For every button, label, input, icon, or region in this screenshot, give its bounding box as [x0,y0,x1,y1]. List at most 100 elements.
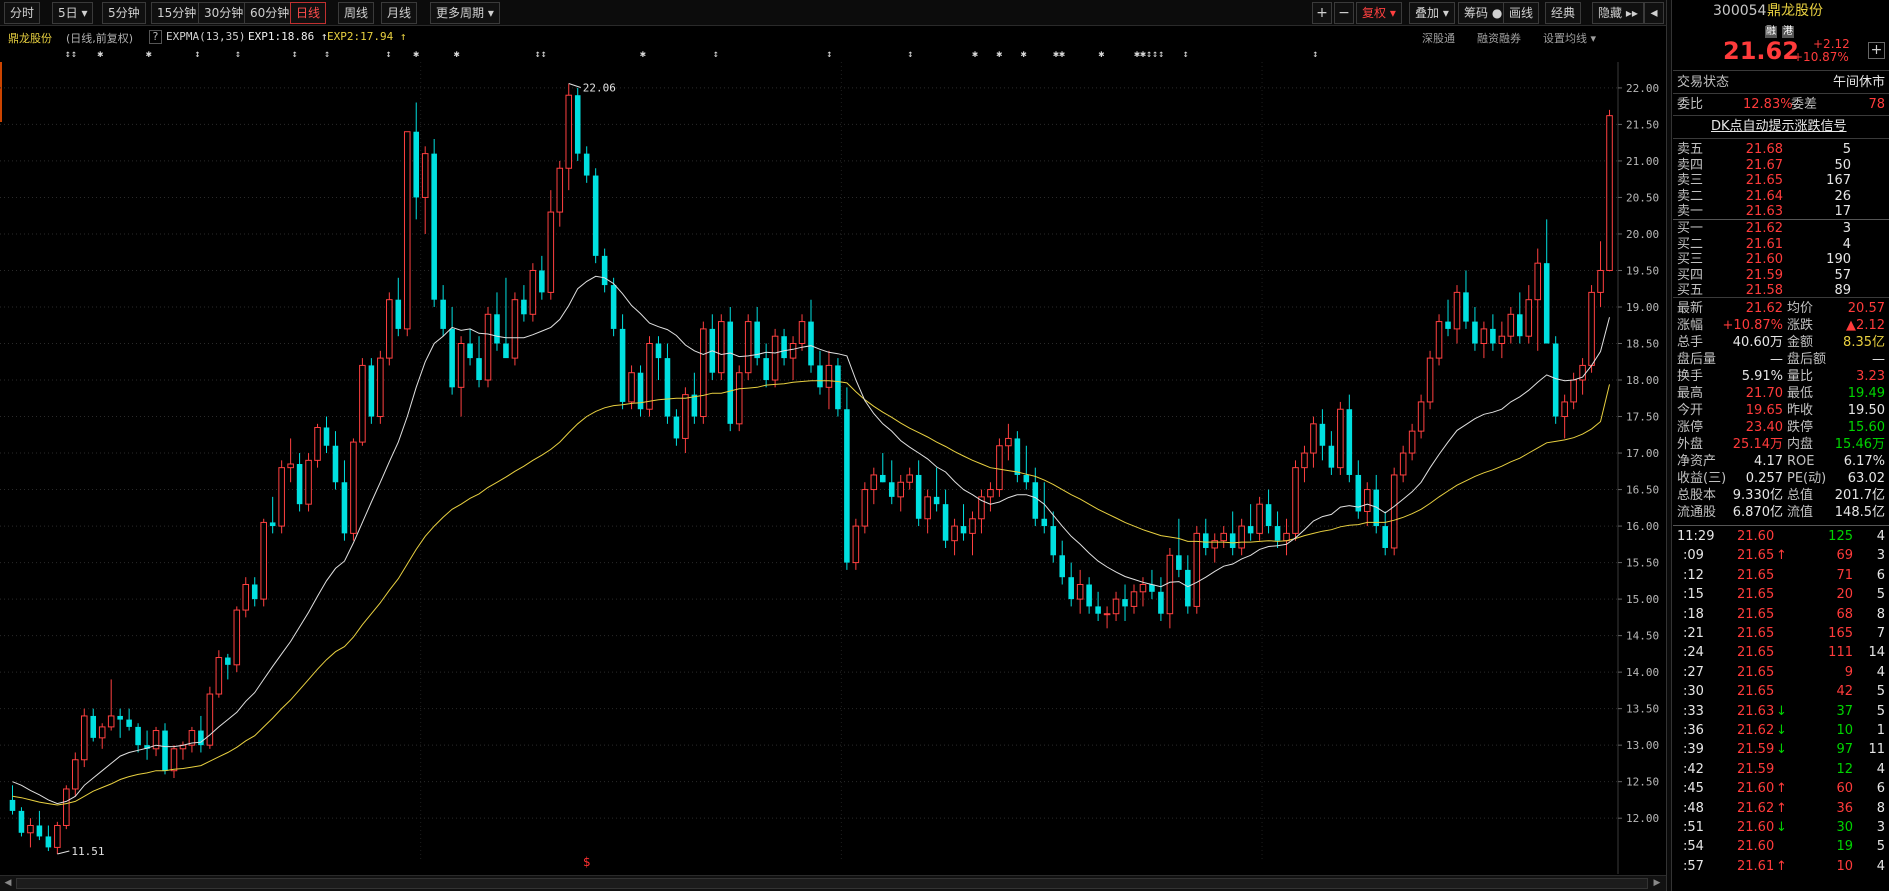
candle[interactable] [386,292,393,366]
candle[interactable] [637,365,644,417]
candle[interactable] [18,807,25,837]
candle[interactable] [529,263,537,322]
event-mark[interactable]: ↕ [826,49,832,60]
tool-button-3[interactable]: 画线 [1503,2,1540,24]
candle[interactable] [646,336,653,417]
panel-divider[interactable] [1666,0,1672,891]
candle[interactable] [592,168,599,264]
candle[interactable] [844,387,850,570]
candle[interactable] [233,606,241,673]
candle[interactable] [1588,285,1595,373]
candle[interactable] [717,314,725,381]
event-mark[interactable]: ↕ [1183,49,1189,60]
period-tab-2[interactable]: 5分钟 [102,2,146,24]
period-tab-5[interactable]: 60分钟 [244,2,296,24]
candle[interactable] [260,518,267,607]
period-tab-1[interactable]: 5日 ▾ [52,2,94,24]
candle[interactable] [1552,336,1559,424]
candle[interactable] [368,358,375,424]
candle[interactable] [727,306,734,432]
event-mark[interactable]: ↕ [713,49,719,60]
scroll-right-icon[interactable]: ▶ [1650,877,1664,890]
candle[interactable] [996,438,1003,497]
event-mark[interactable]: ✱ [146,49,152,60]
period-tab-3[interactable]: 15分钟 [151,2,203,24]
event-mark[interactable]: ✱ [454,49,460,60]
help-icon[interactable]: ? [149,30,162,44]
add-watchlist-button[interactable]: + [1868,42,1885,59]
scroll-left-icon[interactable]: ◀ [1,877,15,890]
tool-button-2[interactable]: 筹码 ● [1458,2,1509,24]
tool-button-5[interactable]: 隐藏 ▸▸ [1592,2,1644,24]
event-mark[interactable]: ✱ [996,49,1002,60]
candle[interactable] [771,328,779,388]
candle[interactable] [1606,109,1613,272]
event-mark[interactable]: ✱ [640,49,646,60]
event-mark[interactable]: ↕ [1312,49,1318,60]
candle[interactable] [431,139,437,307]
candle[interactable] [484,306,492,388]
candle[interactable] [1292,460,1299,541]
candle[interactable] [63,785,70,830]
candle[interactable] [700,321,707,424]
tool-button-4[interactable]: 经典 [1545,2,1582,24]
candle[interactable] [377,350,384,424]
candle[interactable] [350,438,357,541]
zoom-in-icon[interactable]: + [1312,2,1332,24]
candle[interactable] [359,358,366,446]
candle[interactable] [305,453,312,512]
scroll-thumb[interactable] [16,878,1648,889]
candle[interactable] [511,292,519,366]
event-mark[interactable]: ↕ [386,49,392,60]
event-mark[interactable]: ✱ [1021,49,1027,60]
event-mark[interactable]: ✱✱↕↕↕ [1134,49,1164,60]
period-tab-7[interactable]: 周线 [338,2,375,24]
candle[interactable] [403,131,411,337]
candle[interactable] [835,358,841,417]
candle[interactable] [1193,526,1201,614]
event-mark[interactable]: ✱ [413,49,419,60]
period-tab-4[interactable]: 30分钟 [198,2,250,24]
event-mark[interactable]: ✱ [1098,49,1104,60]
period-tab-9[interactable]: 更多周期 ▾ [430,2,500,24]
event-mark[interactable]: ↕↕ [65,49,77,60]
candle[interactable] [162,723,168,775]
period-tab-0[interactable]: 分时 [4,2,41,24]
dk-signal-link[interactable]: DK点自动提示涨跌信号 [1711,119,1847,135]
horizontal-scrollbar[interactable]: ◀ ▶ [0,875,1666,891]
candle[interactable] [744,314,752,381]
event-mark[interactable]: ✱✱ [1053,49,1065,60]
candle[interactable] [574,87,581,161]
indicator-name[interactable]: EXPMA(13,35) [166,30,245,43]
tool-button-0[interactable]: 复权 ▾ [1356,2,1402,24]
kline-chart[interactable]: 22.00 21.50 21.00 20.50 20.00 19.50 19.00 18.50… [0,62,1665,874]
candle[interactable] [1014,431,1021,483]
event-mark[interactable]: ↕↕ [535,49,547,60]
candle[interactable] [1435,314,1443,366]
period-tab-6[interactable]: 日线 [290,2,327,24]
zoom-out-icon[interactable]: − [1334,2,1354,24]
set-ma-button[interactable]: 设置均线 ▾ [1543,30,1596,46]
hk-connect-link[interactable]: 深股通 [1422,30,1455,46]
candle[interactable] [852,518,860,570]
candle[interactable] [278,460,285,534]
event-mark[interactable]: ↕ [324,49,330,60]
candle[interactable] [1337,401,1344,475]
event-mark[interactable]: ↕ [194,49,200,60]
panel-toggle-icon[interactable]: ◂ [1644,2,1664,24]
margin-trading-link[interactable]: 融资融券 [1477,30,1521,46]
tool-button-1[interactable]: 叠加 ▾ [1409,2,1455,24]
candle[interactable] [735,365,743,432]
candle[interactable] [1426,350,1434,410]
candle[interactable] [206,686,214,749]
event-mark[interactable]: ↕ [235,49,241,60]
event-mark[interactable]: ↕ [907,49,913,60]
event-mark[interactable]: ↕ [292,49,298,60]
candle[interactable] [215,650,223,698]
candle[interactable] [861,482,869,534]
event-mark[interactable]: ✱ [97,49,103,60]
period-tab-8[interactable]: 月线 [381,2,418,24]
candle[interactable] [80,708,88,768]
candle[interactable] [1390,467,1398,556]
event-mark[interactable]: ✱ [972,49,978,60]
